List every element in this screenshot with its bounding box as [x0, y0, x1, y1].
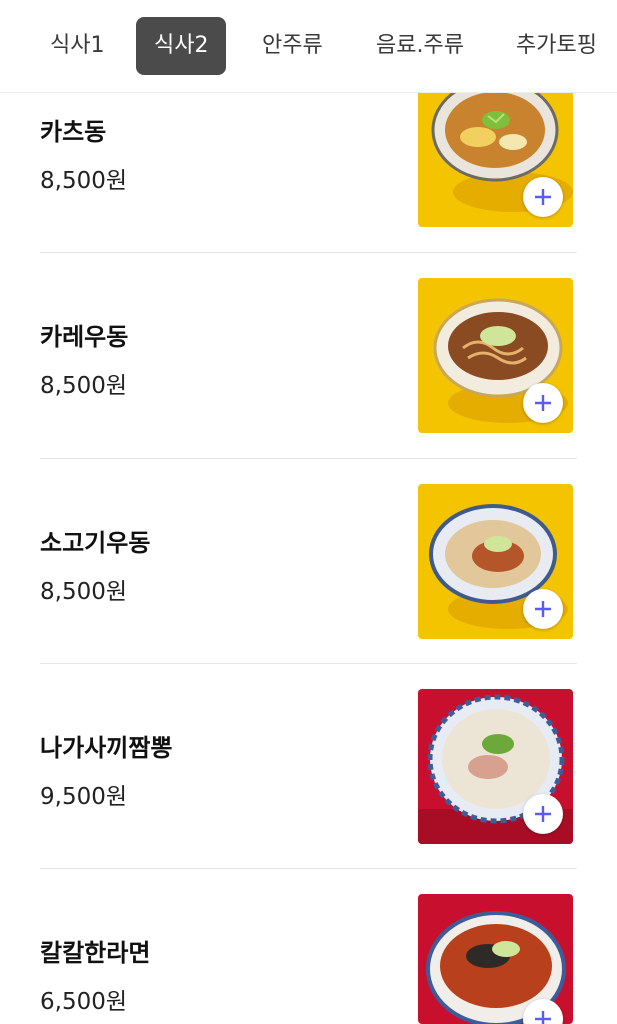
- menu-item-image: [418, 278, 573, 433]
- list-item[interactable]: 칼칼한라면 6,500원: [0, 869, 617, 1024]
- plus-icon: [535, 806, 551, 822]
- list-item[interactable]: 나가사끼짬뽕 9,500원: [0, 664, 617, 869]
- plus-icon: [535, 189, 551, 205]
- plus-icon: [535, 601, 551, 617]
- tab-side-dishes[interactable]: 안주류: [262, 17, 323, 75]
- add-to-cart-button[interactable]: [523, 794, 563, 834]
- menu-item-price: 8,500원: [40, 579, 128, 605]
- menu-item-name: 카츠동: [40, 118, 107, 146]
- add-to-cart-button[interactable]: [523, 177, 563, 217]
- list-item[interactable]: 카레우동 8,500원: [0, 253, 617, 458]
- plus-icon: [535, 395, 551, 411]
- menu-item-price: 8,500원: [40, 373, 128, 399]
- menu-item-image: [418, 72, 573, 227]
- menu-item-price: 6,500원: [40, 989, 128, 1015]
- tab-extra-toppings[interactable]: 추가토핑: [516, 17, 597, 75]
- menu-item-image: [418, 894, 573, 1024]
- category-tabs: 식사1 식사2 안주류 음료.주류 추가토핑: [0, 0, 617, 93]
- tab-meal-1[interactable]: 식사1: [50, 17, 104, 75]
- add-to-cart-button[interactable]: [523, 383, 563, 423]
- list-item[interactable]: 소고기우동 8,500원: [0, 459, 617, 664]
- menu-item-name: 칼칼한라면: [40, 939, 151, 967]
- plus-icon: [535, 1011, 551, 1024]
- menu-item-name: 소고기우동: [40, 529, 151, 557]
- tab-drinks[interactable]: 음료.주류: [376, 17, 464, 75]
- menu-item-price: 8,500원: [40, 168, 128, 194]
- menu-item-image: [418, 689, 573, 844]
- menu-item-image: [418, 484, 573, 639]
- menu-item-price: 9,500원: [40, 784, 128, 810]
- add-to-cart-button[interactable]: [523, 999, 563, 1024]
- menu-item-name: 나가사끼짬뽕: [40, 734, 173, 762]
- menu-item-name: 카레우동: [40, 323, 129, 351]
- menu-list: 카츠동 8,500원 카레우동 8,500원 소고기우동 8,500원 나가사끼…: [0, 0, 617, 1024]
- tab-meal-2[interactable]: 식사2: [136, 17, 227, 75]
- add-to-cart-button[interactable]: [523, 589, 563, 629]
